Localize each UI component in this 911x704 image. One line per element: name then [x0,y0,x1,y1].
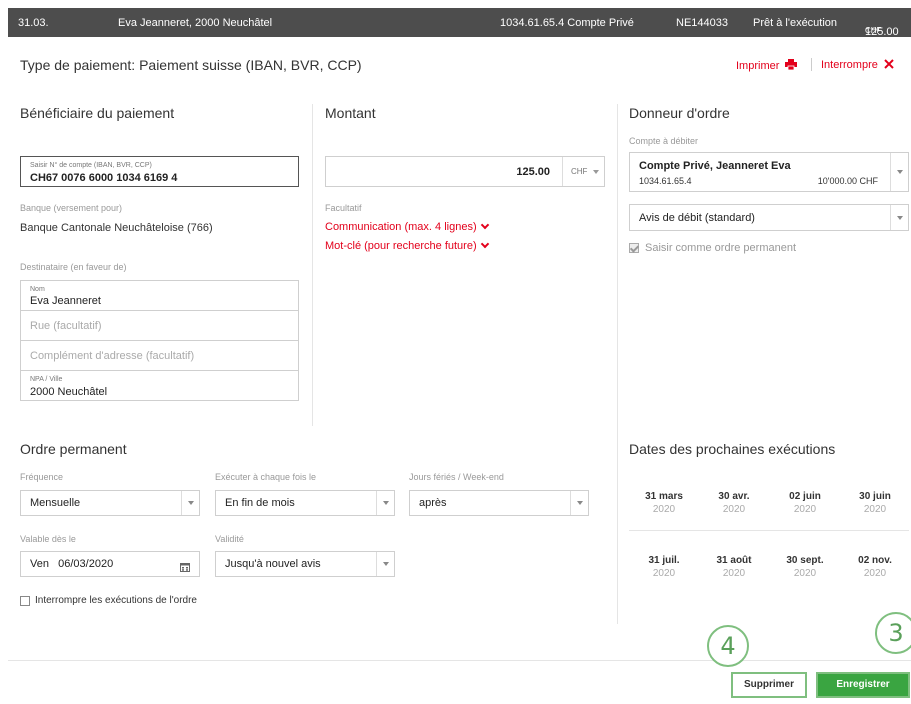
validity-label: Validité [215,534,244,544]
chevron-down-icon [593,170,599,174]
interrupt-checkbox[interactable] [20,596,30,606]
amount-title: Montant [325,105,376,121]
amount-value: 125.00 [516,166,550,178]
next-dates-title: Dates des prochaines exécutions [629,441,836,457]
standing-order-checkbox[interactable] [629,243,639,253]
summary-reference: NE144033 [676,17,728,29]
interrupt-label: Interrompre les exécutions de l'ordre [35,595,197,606]
printer-icon [785,59,798,73]
chevron-down-icon [570,491,588,515]
frequency-value: Mensuelle [30,497,81,509]
beneficiary-title: Bénéficiaire du paiement [20,105,175,121]
keyword-label: Mot-clé (pour recherche future) [325,240,477,252]
summary-account: 1034.61.65.4 Compte Privé [500,17,634,29]
street-placeholder: Rue (facultatif) [30,320,102,332]
city-label: NPA / Ville [30,376,63,383]
column-divider [617,104,618,624]
save-button[interactable]: Enregistrer [816,672,910,698]
communication-link[interactable]: Communication (max. 4 lignes) [325,220,489,233]
currency-select[interactable]: CHF [562,157,605,186]
address-complement-input[interactable]: Complément d'adresse (facultatif) [20,340,299,371]
print-link[interactable]: Imprimer [736,59,798,73]
debit-account-balance: 10'000.00 CHF [817,176,878,186]
validity-value: Jusqu'à nouvel avis [225,558,321,570]
frequency-select[interactable]: Mensuelle [20,490,200,516]
address-complement-placeholder: Complément d'adresse (facultatif) [30,350,195,362]
calendar-icon[interactable] [180,559,190,577]
debit-advice-select[interactable]: Avis de débit (standard) [629,204,909,231]
cancel-label: Interrompre [821,59,878,71]
name-input[interactable]: Nom Eva Jeanneret [20,280,299,311]
debit-account-number: 1034.61.65.4 [639,176,692,186]
execute-select[interactable]: En fin de mois [215,490,395,516]
chevron-down-icon [376,491,394,515]
date-cell: 30 juin 2020 [859,491,891,515]
date-cell: 02 nov. 2020 [858,555,892,579]
name-value: Eva Jeanneret [30,295,101,307]
debit-account-name: Compte Privé, Jeanneret Eva [639,160,791,172]
callout-badge: 3 [875,612,911,654]
city-value: 2000 Neuchâtel [30,386,108,398]
bank-value: Banque Cantonale Neuchâteloise (766) [20,222,213,234]
holidays-label: Jours fériés / Week-end [409,472,504,482]
standing-order-label: Saisir comme ordre permanent [645,242,797,254]
recipient-label: Destinataire (en faveur de) [20,262,127,272]
delete-button[interactable]: Supprimer [731,672,807,698]
validity-select[interactable]: Jusqu'à nouvel avis [215,551,395,577]
chevron-down-icon [376,552,394,576]
valid-from-label: Valable dès le [20,534,76,544]
column-divider [312,104,313,426]
chevron-down-icon [480,220,489,230]
account-number-value: CH67 0076 6000 1034 6169 4 [30,172,178,184]
street-input[interactable]: Rue (facultatif) [20,310,299,341]
chevron-down-icon [181,491,199,515]
summary-status: Prêt à l'exécution [753,17,838,29]
cancel-link[interactable]: Interrompre [821,59,894,72]
valid-from-input[interactable]: Ven 06/03/2020 [20,551,200,577]
account-number-input[interactable]: Saisir N° de compte (IBAN, BVR, CCP) CH6… [20,156,299,187]
orderer-title: Donneur d'ordre [629,105,730,121]
frequency-label: Fréquence [20,472,64,482]
chevron-down-icon [480,239,489,249]
summary-beneficiary: Eva Jeanneret, 2000 Neuchâtel [118,17,273,29]
optional-label: Facultatif [325,203,362,213]
date-cell: 30 avr. 2020 [718,491,750,515]
date-cell: 02 juin 2020 [789,491,821,515]
chevron-down-icon [890,205,908,230]
date-cell: 31 juil. 2020 [648,555,680,579]
holidays-value: après [419,497,447,509]
execute-label: Exécuter à chaque fois le [215,472,317,482]
standing-order-title: Ordre permanent [20,441,127,457]
communication-label: Communication (max. 4 lignes) [325,221,477,233]
bank-label: Banque (versement pour) [20,203,123,213]
currency-value: CHF [571,167,588,176]
page-title: Type de paiement: Paiement suisse (IBAN,… [20,57,362,73]
valid-from-value: Ven 06/03/2020 [30,558,114,570]
print-label: Imprimer [736,60,780,72]
date-cell: 31 août 2020 [716,555,752,579]
debit-account-label: Compte à débiter [629,136,699,146]
header-separator [811,58,812,71]
callout-badge: 4 [707,625,749,667]
debit-account-select[interactable]: Compte Privé, Jeanneret Eva 1034.61.65.4… [629,152,909,192]
payment-summary-bar[interactable]: 31.03. Eva Jeanneret, 2000 Neuchâtel 103… [8,8,911,38]
footer-divider [8,660,911,661]
dates-divider [629,530,909,531]
amount-input[interactable]: 125.00 CHF [325,156,605,187]
city-input[interactable]: NPA / Ville 2000 Neuchâtel [20,370,299,401]
execute-value: En fin de mois [225,497,295,509]
summary-date: 31.03. [18,17,49,29]
date-cell: 31 mars 2020 [645,491,683,515]
name-label: Nom [30,286,45,293]
close-icon [884,59,894,72]
account-number-label: Saisir N° de compte (IBAN, BVR, CCP) [30,162,152,169]
holidays-select[interactable]: après [409,490,589,516]
debit-advice-value: Avis de débit (standard) [639,212,755,224]
chevron-down-icon [890,153,908,191]
keyword-link[interactable]: Mot-clé (pour recherche future) [325,239,489,252]
date-cell: 30 sept. 2020 [786,555,824,579]
